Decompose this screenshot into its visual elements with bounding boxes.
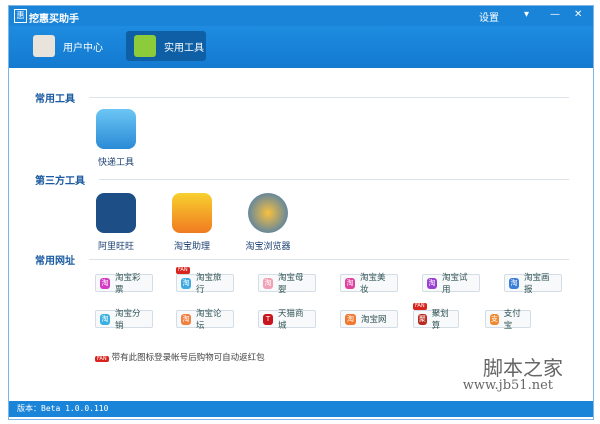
app-window: 惠 挖惠买助手 设置 ▾ — ✕ 用户中心 实用工具 常用工具 快递工具 第三方… bbox=[8, 5, 594, 420]
site-button[interactable]: 淘淘宝试用 bbox=[422, 273, 480, 295]
site-logo-icon: 淘 bbox=[345, 277, 356, 289]
status-bar: 版本：Beta 1.0.0.110 bbox=[9, 401, 593, 417]
dropdown-button[interactable]: ▾ bbox=[524, 9, 529, 20]
site-label: 淘宝母婴 bbox=[278, 273, 304, 295]
site-button[interactable]: 淘淘宝旅行 bbox=[176, 273, 234, 295]
tool-label: 快递工具 bbox=[97, 158, 134, 168]
site-button[interactable]: 淘淘宝画报 bbox=[504, 273, 562, 295]
watermark-url: www.jb51.net bbox=[462, 378, 553, 393]
express-icon bbox=[96, 109, 136, 149]
tab-label: 用户中心 bbox=[63, 42, 103, 54]
settings-button[interactable]: 设置 bbox=[479, 9, 499, 24]
site-label: 天猫商城 bbox=[278, 309, 304, 331]
site-label: 淘宝网 bbox=[361, 315, 387, 325]
rebate-note: FAN 带有此图标登录帐号后购物可自动返红包 bbox=[95, 351, 265, 363]
site-logo-icon: 淘 bbox=[263, 277, 274, 289]
site-button[interactable]: 淘淘宝彩票 bbox=[95, 273, 153, 295]
site-button[interactable]: 淘淘宝网 bbox=[340, 310, 398, 328]
tool-label: 阿里旺旺 bbox=[97, 242, 134, 252]
tab-label: 实用工具 bbox=[164, 42, 204, 54]
rebate-badge-icon: FAN bbox=[95, 356, 109, 362]
site-button[interactable]: T 天猫商城 bbox=[258, 309, 316, 331]
aliwangwang-icon bbox=[96, 193, 136, 233]
site-button[interactable]: 淘淘宝论坛 bbox=[176, 309, 234, 331]
app-title: 挖惠买助手 bbox=[29, 14, 79, 25]
site-logo-icon: 淘 bbox=[181, 277, 192, 289]
tools-panel: 常用工具 快递工具 第三方工具 阿里旺旺 淘宝助理 淘宝浏览器 常用网址 淘淘宝… bbox=[9, 68, 593, 401]
taobao-browser-icon bbox=[248, 193, 288, 233]
divider bbox=[99, 179, 569, 180]
divider bbox=[89, 259, 569, 260]
tool-taobao-browser[interactable]: 淘宝浏览器 bbox=[238, 193, 298, 252]
site-logo-icon: 淘 bbox=[427, 277, 438, 289]
tab-tools[interactable]: 实用工具 bbox=[126, 31, 206, 61]
app-logo-icon: 惠 bbox=[14, 9, 27, 23]
site-logo-icon: 淘 bbox=[345, 313, 356, 325]
section-heading: 常用网址 bbox=[35, 256, 75, 267]
taobao-assistant-icon bbox=[172, 193, 212, 233]
site-logo-icon: 淘 bbox=[509, 277, 520, 289]
title-bar: 惠 挖惠买助手 设置 ▾ — ✕ bbox=[9, 6, 593, 26]
site-label: 聚划算 bbox=[431, 309, 449, 331]
site-button[interactable]: 淘淘宝美妆 bbox=[340, 273, 398, 295]
site-label: 淘宝试用 bbox=[442, 273, 468, 295]
section-heading: 常用工具 bbox=[35, 94, 75, 105]
site-logo-icon: T bbox=[263, 313, 274, 325]
site-logo-icon: 淘 bbox=[100, 313, 111, 325]
tool-aliwangwang[interactable]: 阿里旺旺 bbox=[86, 193, 146, 252]
watermark: 脚本之家 bbox=[483, 356, 563, 380]
divider bbox=[89, 97, 569, 98]
tool-express[interactable]: 快递工具 bbox=[86, 109, 146, 168]
tool-label: 淘宝浏览器 bbox=[245, 242, 291, 252]
site-label: 淘宝分销 bbox=[115, 309, 141, 331]
tool-label: 淘宝助理 bbox=[173, 242, 210, 252]
site-logo-icon: 聚 bbox=[418, 313, 427, 325]
site-button[interactable]: 聚聚划算 bbox=[413, 309, 459, 331]
tab-bar: 用户中心 实用工具 bbox=[9, 26, 593, 68]
site-button[interactable]: 淘淘宝分销 bbox=[95, 309, 153, 331]
close-button[interactable]: ✕ bbox=[574, 9, 582, 20]
rebate-badge-icon: FAN bbox=[413, 303, 427, 310]
site-logo-icon: 支 bbox=[490, 313, 499, 325]
site-logo-icon: 淘 bbox=[100, 277, 111, 289]
site-button[interactable]: 淘淘宝母婴 bbox=[258, 273, 316, 295]
site-button[interactable]: 支支付宝 bbox=[485, 309, 531, 331]
basket-icon bbox=[134, 35, 156, 57]
site-logo-icon: 淘 bbox=[181, 313, 192, 325]
section-heading: 第三方工具 bbox=[35, 176, 85, 187]
contacts-book-icon bbox=[33, 35, 55, 57]
site-label: 淘宝画报 bbox=[524, 273, 550, 295]
site-label: 淘宝论坛 bbox=[196, 309, 222, 331]
site-label: 淘宝旅行 bbox=[196, 273, 222, 295]
tab-user-center[interactable]: 用户中心 bbox=[25, 31, 105, 61]
note-text: 带有此图标登录帐号后购物可自动返红包 bbox=[111, 353, 265, 363]
tool-taobao-assistant[interactable]: 淘宝助理 bbox=[162, 193, 222, 252]
rebate-badge-icon: FAN bbox=[176, 267, 190, 274]
site-label: 淘宝彩票 bbox=[115, 273, 141, 295]
minimize-button[interactable]: — bbox=[550, 9, 560, 20]
site-label: 支付宝 bbox=[503, 309, 521, 331]
site-label: 淘宝美妆 bbox=[360, 273, 386, 295]
